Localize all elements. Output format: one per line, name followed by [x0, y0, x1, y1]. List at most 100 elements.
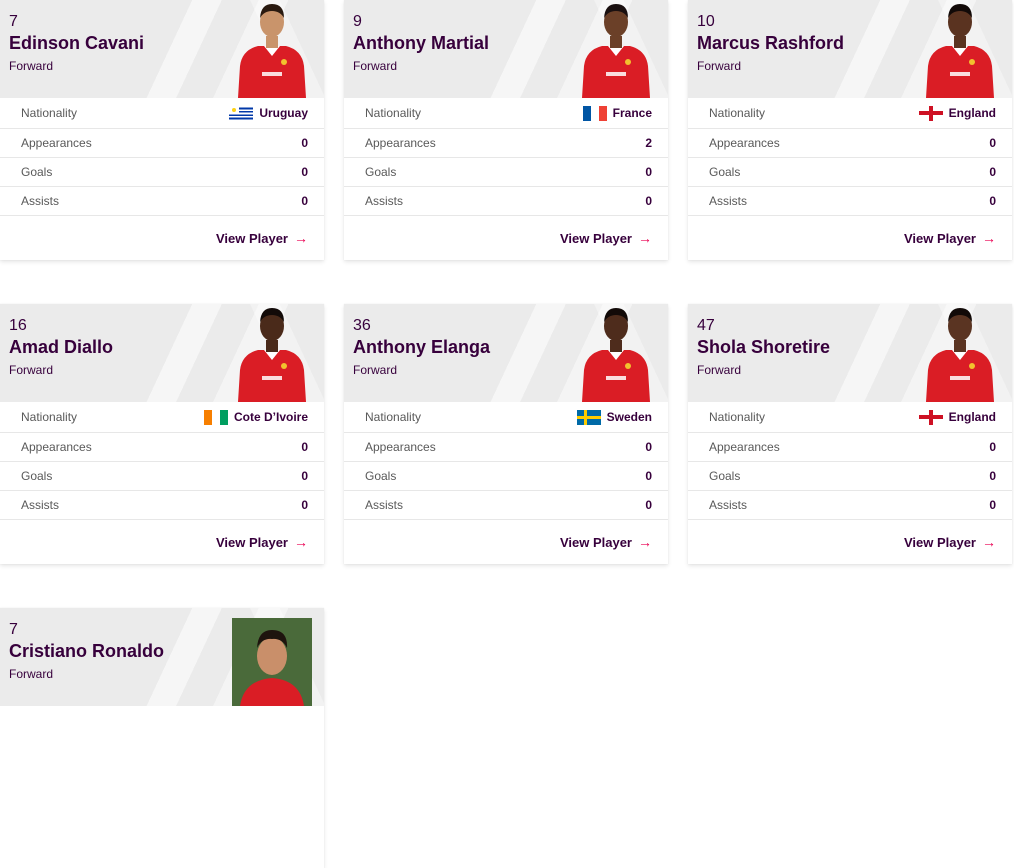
player-photo	[926, 4, 994, 98]
nationality-value: Cote D’Ivoire	[233, 410, 308, 424]
nationality-label: Nationality	[365, 106, 422, 120]
player-photo	[582, 308, 650, 402]
appearances-row: Appearances 0	[688, 433, 1012, 462]
player-card-header: 36 Anthony Elanga Forward	[344, 304, 668, 402]
goals-label: Goals	[365, 165, 397, 179]
player-card: 7 Edinson Cavani Forward Nationality Uru…	[0, 0, 324, 260]
player-name[interactable]: Anthony Elanga	[353, 337, 490, 358]
player-position: Forward	[697, 363, 742, 377]
goals-label: Goals	[365, 469, 397, 483]
arrow-right-icon: →	[982, 534, 996, 550]
appearances-label: Appearances	[709, 440, 780, 454]
goals-label: Goals	[21, 469, 53, 483]
france-flag-icon	[582, 105, 607, 121]
goals-row: Goals 0	[344, 158, 668, 187]
assists-row: Assists 0	[688, 491, 1012, 520]
assists-value: 0	[645, 498, 652, 512]
player-photo	[582, 4, 650, 98]
view-player-label: View Player	[559, 230, 632, 246]
player-card-header: 47 Shola Shoretire Forward	[688, 304, 1012, 402]
uruguay-flag-icon	[229, 105, 254, 121]
appearances-value: 0	[645, 440, 652, 454]
nationality-row: Nationality England	[688, 98, 1012, 129]
player-position: Forward	[9, 667, 54, 681]
view-player-label: View Player	[903, 534, 976, 550]
player-name[interactable]: Edinson Cavani	[9, 33, 144, 54]
player-card: 16 Amad Diallo Forward Nationality Cote …	[0, 304, 324, 564]
view-player-link[interactable]: View Player →	[0, 216, 324, 260]
player-position: Forward	[9, 59, 54, 73]
player-name[interactable]: Cristiano Ronaldo	[9, 641, 164, 662]
view-player-label: View Player	[215, 230, 288, 246]
player-card: 9 Anthony Martial Forward Nationality Fr…	[344, 0, 668, 260]
assists-label: Assists	[21, 194, 60, 208]
nationality-value: England	[948, 410, 996, 424]
nationality-label: Nationality	[709, 410, 766, 424]
view-player-link[interactable]: View Player →	[344, 520, 668, 564]
nationality-row: Nationality Sweden	[344, 402, 668, 433]
goals-value: 0	[645, 469, 652, 483]
appearances-row: Appearances 0	[344, 433, 668, 462]
appearances-value: 0	[989, 440, 996, 454]
player-name[interactable]: Shola Shoretire	[697, 337, 830, 358]
nationality-row: Nationality France	[344, 98, 668, 129]
nationality-value: Uruguay	[259, 106, 308, 120]
goals-row: Goals 0	[688, 158, 1012, 187]
shirt-number: 7	[9, 13, 18, 30]
player-position: Forward	[9, 363, 54, 377]
shirt-number: 10	[697, 13, 715, 30]
nationality-label: Nationality	[365, 410, 422, 424]
assists-value: 0	[301, 498, 308, 512]
goals-value: 0	[301, 469, 308, 483]
arrow-right-icon: →	[982, 230, 996, 246]
player-name[interactable]: Marcus Rashford	[697, 33, 844, 54]
appearances-row: Appearances 0	[0, 129, 324, 158]
nationality-label: Nationality	[21, 410, 78, 424]
goals-value: 0	[645, 165, 652, 179]
goals-row: Goals 0	[688, 462, 1012, 491]
goals-row: Goals 0	[0, 462, 324, 491]
goals-row: Goals 0	[0, 158, 324, 187]
assists-row: Assists 0	[0, 187, 324, 216]
assists-row: Assists 0	[344, 187, 668, 216]
arrow-right-icon: →	[638, 534, 652, 550]
player-card: 36 Anthony Elanga Forward Nationality Sw…	[344, 304, 668, 564]
goals-label: Goals	[709, 469, 741, 483]
appearances-value: 0	[301, 440, 308, 454]
appearances-row: Appearances 0	[0, 433, 324, 462]
view-player-link[interactable]: View Player →	[688, 520, 1012, 564]
assists-value: 0	[989, 498, 996, 512]
assists-row: Assists 0	[0, 491, 324, 520]
view-player-label: View Player	[903, 230, 976, 246]
appearances-row: Appearances 2	[344, 129, 668, 158]
player-card: 7 Cristiano Ronaldo Forward	[0, 608, 324, 868]
view-player-link[interactable]: View Player →	[0, 520, 324, 564]
player-card-header: 7 Cristiano Ronaldo Forward	[0, 608, 324, 706]
player-card-header: 7 Edinson Cavani Forward	[0, 0, 324, 98]
player-position: Forward	[697, 59, 742, 73]
shirt-number: 47	[697, 317, 715, 334]
appearances-value: 0	[301, 136, 308, 150]
view-player-link[interactable]: View Player →	[344, 216, 668, 260]
nationality-row: Nationality England	[688, 402, 1012, 433]
shirt-number: 7	[9, 621, 18, 638]
nationality-value: France	[612, 106, 652, 120]
goals-label: Goals	[709, 165, 741, 179]
england-flag-icon	[918, 409, 943, 425]
goals-value: 0	[989, 469, 996, 483]
assists-value: 0	[301, 194, 308, 208]
assists-label: Assists	[365, 498, 404, 512]
appearances-label: Appearances	[709, 136, 780, 150]
assists-value: 0	[989, 194, 996, 208]
arrow-right-icon: →	[294, 534, 308, 550]
player-name[interactable]: Amad Diallo	[9, 337, 113, 358]
player-position: Forward	[353, 59, 398, 73]
view-player-link[interactable]: View Player →	[688, 216, 1012, 260]
appearances-label: Appearances	[21, 136, 92, 150]
player-photo	[238, 308, 306, 402]
player-name[interactable]: Anthony Martial	[353, 33, 489, 54]
nationality-row: Nationality Cote D’Ivoire	[0, 402, 324, 433]
goals-row: Goals 0	[344, 462, 668, 491]
nationality-value: England	[948, 106, 996, 120]
player-card: 10 Marcus Rashford Forward Nationality E…	[688, 0, 1012, 260]
